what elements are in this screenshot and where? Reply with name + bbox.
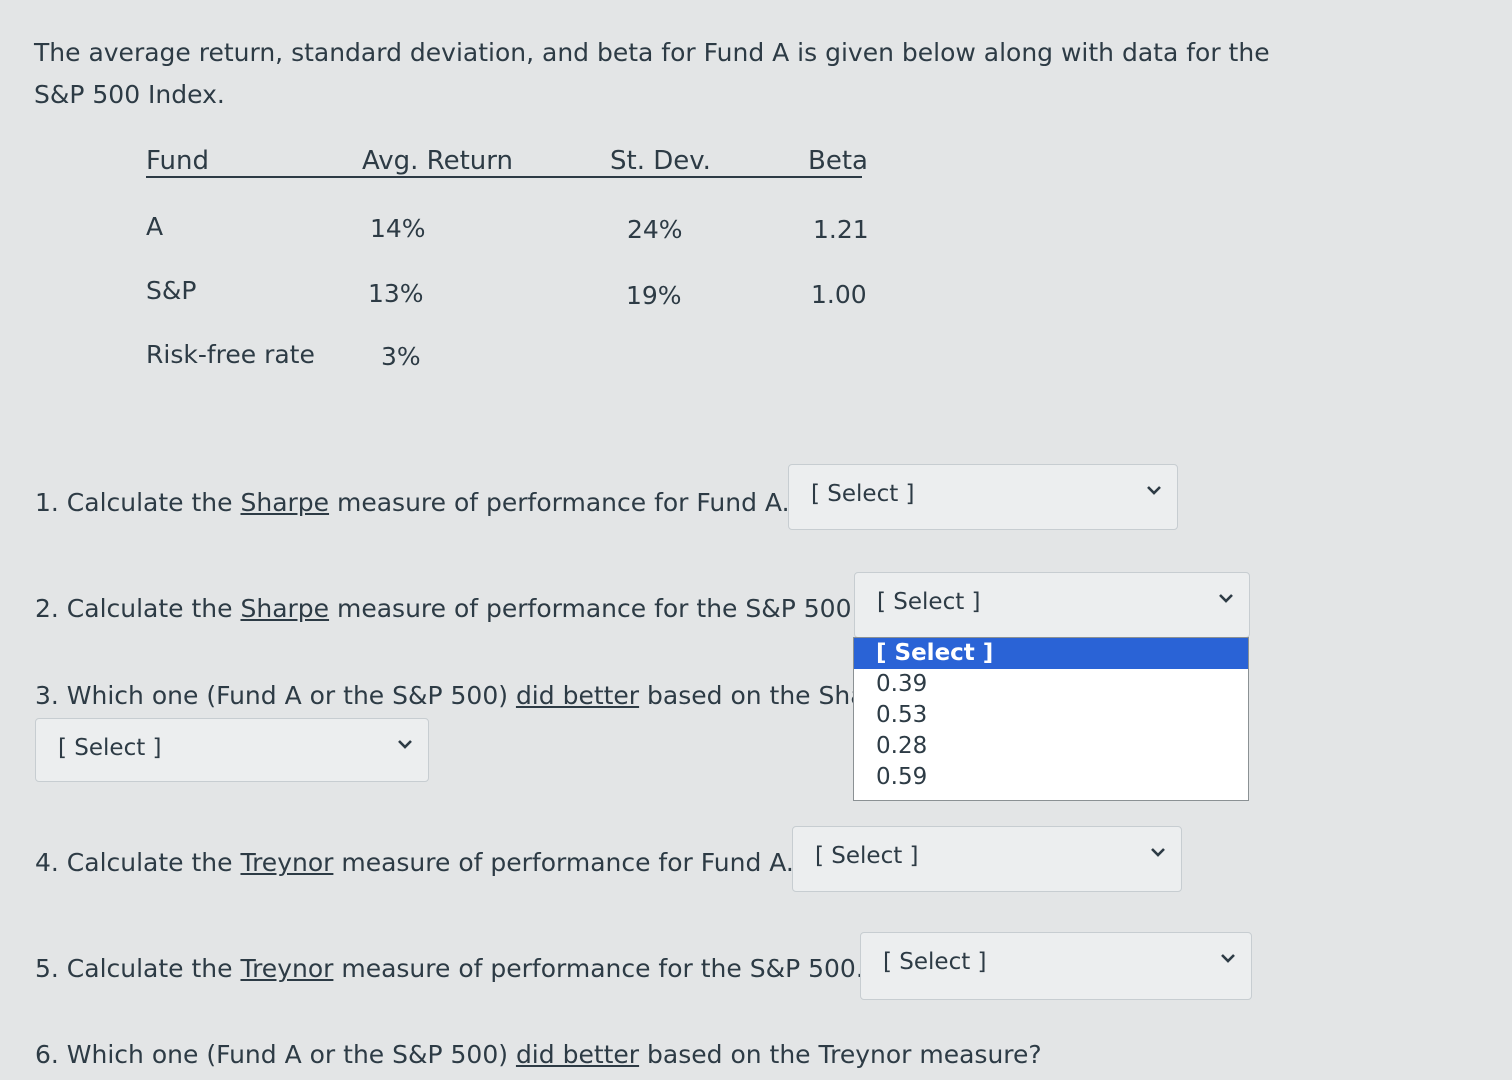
row-sp-return: 13% bbox=[368, 279, 424, 308]
row-sp-beta: 1.00 bbox=[811, 280, 867, 309]
question-5: 5. Calculate the Treynor measure of perf… bbox=[35, 954, 864, 983]
question-1: 1. Calculate the Sharpe measure of perfo… bbox=[35, 488, 790, 517]
row-a-stdev: 24% bbox=[627, 215, 683, 244]
did-better-link[interactable]: did better bbox=[516, 1040, 639, 1069]
q2-answer-select[interactable]: [ Select ] bbox=[854, 572, 1250, 638]
row-riskfree-value: 3% bbox=[381, 342, 421, 371]
row-sp-fund: S&P bbox=[146, 276, 197, 305]
dropdown-option[interactable]: [ Select ] bbox=[854, 638, 1248, 669]
question-6: 6. Which one (Fund A or the S&P 500) did… bbox=[35, 1040, 1042, 1069]
q1-answer-select[interactable]: [ Select ] bbox=[788, 464, 1178, 530]
treynor-link[interactable]: Treynor bbox=[240, 954, 333, 983]
question-2: 2. Calculate the Sharpe measure of perfo… bbox=[35, 594, 860, 623]
chevron-down-icon bbox=[1151, 848, 1165, 857]
row-a-return: 14% bbox=[370, 214, 426, 243]
q3-answer-select[interactable]: [ Select ] bbox=[35, 718, 429, 782]
header-st-dev: St. Dev. bbox=[610, 146, 711, 176]
q5-answer-select[interactable]: [ Select ] bbox=[860, 932, 1252, 1000]
q2-dropdown-list: [ Select ] 0.39 0.53 0.28 0.59 bbox=[853, 637, 1249, 801]
row-a-fund: A bbox=[146, 212, 164, 241]
dropdown-option[interactable]: 0.39 bbox=[854, 669, 1248, 700]
intro-text: The average return, standard deviation, … bbox=[34, 38, 1270, 109]
row-riskfree-label: Risk-free rate bbox=[146, 340, 315, 369]
question-3: 3. Which one (Fund A or the S&P 500) did… bbox=[35, 681, 866, 710]
chevron-down-icon bbox=[1147, 486, 1161, 495]
header-avg-return: Avg. Return bbox=[362, 146, 513, 176]
header-beta: Beta bbox=[808, 146, 868, 176]
dropdown-option[interactable]: 0.53 bbox=[854, 700, 1248, 731]
row-a-beta: 1.21 bbox=[813, 215, 869, 244]
dropdown-option[interactable]: 0.28 bbox=[854, 731, 1248, 762]
chevron-down-icon bbox=[1221, 954, 1235, 963]
did-better-link[interactable]: did better bbox=[516, 681, 639, 710]
chevron-down-icon bbox=[1219, 594, 1233, 603]
question-4: 4. Calculate the Treynor measure of perf… bbox=[35, 848, 794, 877]
chevron-down-icon bbox=[398, 740, 412, 749]
sharpe-link[interactable]: Sharpe bbox=[240, 488, 329, 517]
q4-answer-select[interactable]: [ Select ] bbox=[792, 826, 1182, 892]
treynor-link[interactable]: Treynor bbox=[240, 848, 333, 877]
header-rule bbox=[146, 176, 862, 178]
dropdown-option[interactable]: 0.59 bbox=[854, 762, 1248, 793]
row-sp-stdev: 19% bbox=[626, 281, 682, 310]
sharpe-link[interactable]: Sharpe bbox=[240, 594, 329, 623]
header-fund: Fund bbox=[146, 146, 209, 176]
